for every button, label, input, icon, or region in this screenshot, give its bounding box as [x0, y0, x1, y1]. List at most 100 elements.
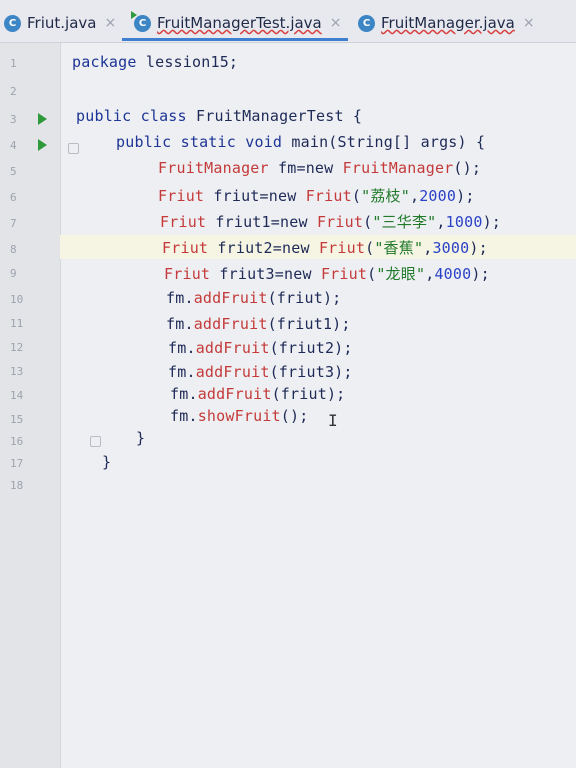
string-literal: "荔枝"	[361, 187, 410, 205]
code-text: fm.	[170, 385, 198, 403]
code-text: fm=new	[268, 159, 343, 177]
code-text: (	[363, 213, 373, 231]
class-name: Friut	[318, 239, 366, 257]
code-text: lession15;	[136, 53, 239, 71]
code-text: (friut2);	[269, 339, 353, 357]
class-name: Friut	[162, 239, 209, 257]
code-line-5: FruitManager fm=new FruitManager();	[158, 159, 481, 177]
code-text: (	[351, 187, 362, 205]
line-number: 10	[10, 293, 24, 306]
class-name: Friut	[160, 213, 207, 231]
method-name: addFruit	[193, 289, 268, 307]
code-text: friut=new	[204, 187, 306, 205]
editor-tab-bar: C Friut.java × C FruitManagerTest.java ×…	[0, 0, 576, 43]
string-literal: "龙眼"	[376, 265, 426, 283]
code-text: (friut3);	[269, 363, 353, 381]
close-icon[interactable]: ×	[104, 15, 116, 31]
keyword: public class	[76, 107, 187, 125]
code-text: ,	[436, 213, 446, 231]
line-number: 14	[10, 389, 24, 402]
close-icon[interactable]: ×	[523, 15, 535, 31]
code-line-1: package lession15;	[72, 53, 238, 71]
code-editor[interactable]: package lession15; public class FruitMan…	[60, 43, 576, 768]
code-text: ();	[453, 159, 482, 177]
line-number: 6	[10, 191, 17, 204]
line-number: 12	[10, 341, 24, 354]
code-text: fm.	[168, 363, 196, 381]
string-literal: "香蕉"	[374, 239, 424, 257]
code-text: friut1=new	[206, 213, 317, 231]
line-number: 13	[10, 365, 24, 378]
class-icon: C	[131, 10, 151, 32]
code-text: (friut);	[271, 385, 346, 403]
class-name: Friut	[158, 187, 205, 205]
code-line-11: fm.addFruit(friut1);	[166, 315, 351, 333]
code-line-7: Friut friut1=new Friut("三华李",1000);	[160, 211, 501, 232]
code-line-6: Friut friut=new Friut("荔枝",2000);	[158, 185, 475, 206]
class-name: Friut	[305, 187, 352, 205]
class-icon: C	[4, 14, 21, 32]
code-line-9: Friut friut3=new Friut("龙眼",4000);	[164, 263, 490, 284]
run-main-icon[interactable]	[38, 139, 47, 151]
code-text: ,	[409, 187, 420, 205]
code-text: main(String[] args) {	[282, 133, 486, 151]
class-name: Friut	[320, 265, 368, 283]
code-text: fm.	[166, 289, 194, 307]
code-text: }	[102, 453, 112, 471]
line-number: 7	[10, 217, 17, 230]
line-number: 8	[10, 243, 17, 256]
code-text: );	[471, 265, 490, 283]
line-number: 9	[10, 267, 17, 280]
method-name: addFruit	[195, 339, 270, 357]
line-number: 15	[10, 413, 24, 426]
class-name: FruitManager	[158, 159, 269, 177]
code-text: (friut1);	[267, 315, 351, 333]
code-line-14: fm.addFruit(friut);	[170, 385, 345, 403]
line-number: 5	[10, 165, 17, 178]
tab-label: FruitManager.java	[381, 14, 515, 32]
code-line-15: fm.showFruit();	[170, 407, 308, 425]
code-line-17: }	[102, 453, 111, 471]
class-name: FruitManager	[342, 159, 454, 177]
code-line-13: fm.addFruit(friut3);	[168, 363, 353, 381]
keyword: public static void	[116, 133, 283, 151]
line-number: 1	[10, 57, 17, 70]
line-number: 11	[10, 317, 24, 330]
active-tab-indicator	[122, 38, 348, 41]
line-number: 16	[10, 435, 24, 448]
number-literal: 4000	[434, 265, 472, 283]
code-text: );	[482, 213, 502, 231]
close-icon[interactable]: ×	[330, 15, 342, 31]
code-text: ();	[280, 407, 309, 425]
tab-label: FruitManagerTest.java	[157, 14, 322, 32]
method-name: showFruit	[197, 407, 281, 425]
code-text: fm.	[170, 407, 198, 425]
tab-friut-java[interactable]: C Friut.java ×	[4, 8, 116, 38]
line-number: 18	[10, 479, 24, 492]
code-line-16: }	[136, 429, 145, 447]
code-text: (	[367, 265, 377, 283]
class-name: Friut	[316, 213, 364, 231]
code-text: );	[456, 187, 475, 205]
method-name: addFruit	[195, 363, 270, 381]
class-name: Friut	[164, 265, 211, 283]
code-text: (	[365, 239, 375, 257]
code-line-12: fm.addFruit(friut2);	[168, 339, 353, 357]
code-text: );	[469, 239, 488, 257]
tab-fruitmanager-java[interactable]: C FruitManager.java ×	[358, 8, 535, 38]
line-number: 17	[10, 457, 24, 470]
code-line-10: fm.addFruit(friut);	[166, 289, 341, 307]
line-number-gutter: 1 2 3 4 5 6 7 8 9 10 11 12 13 14 15 16 1…	[0, 43, 101, 768]
code-text: }	[136, 429, 146, 447]
code-line-3: public class FruitManagerTest {	[76, 107, 362, 125]
line-number: 2	[10, 85, 17, 98]
string-literal: "三华李"	[372, 213, 437, 231]
code-line-8: Friut friut2=new Friut("香蕉",3000);	[162, 237, 488, 258]
code-text: friut2=new	[208, 239, 319, 257]
code-line-4: public static void main(String[] args) {	[116, 133, 485, 151]
number-literal: 2000	[419, 187, 457, 205]
tab-fruitmanagertest-java[interactable]: C FruitManagerTest.java ×	[131, 8, 342, 38]
number-literal: 3000	[432, 239, 470, 257]
number-literal: 1000	[445, 213, 483, 231]
run-class-icon[interactable]	[38, 113, 47, 125]
